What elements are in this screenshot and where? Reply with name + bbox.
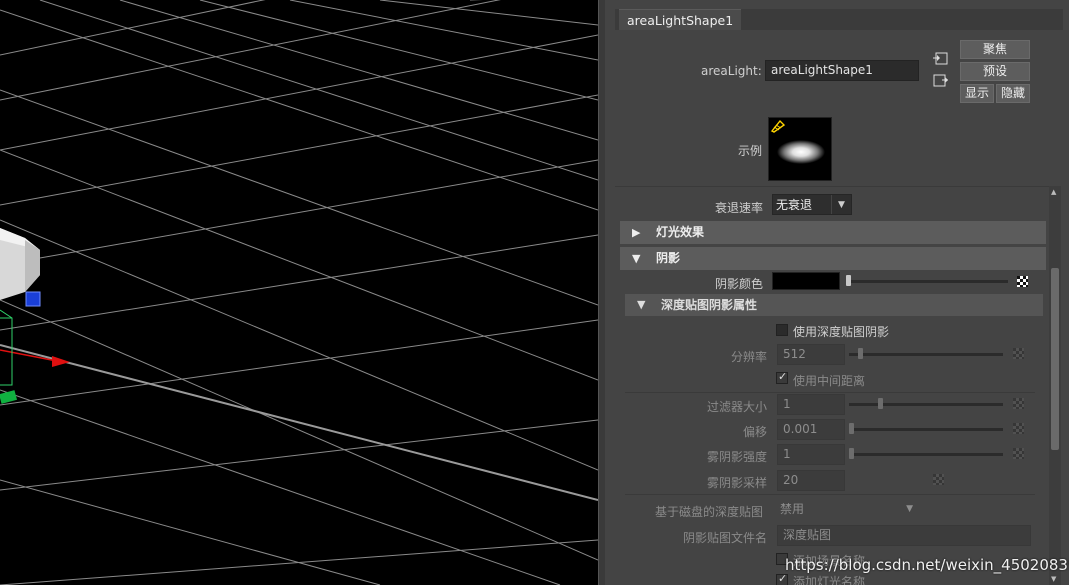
fog-intensity-slider-handle[interactable]	[849, 448, 854, 459]
resolution-field[interactable]: 512	[777, 344, 845, 365]
shadow-color-slider-handle[interactable]	[846, 275, 851, 286]
grid-line	[0, 319, 598, 406]
filter-size-field[interactable]: 1	[777, 394, 845, 415]
grid-line	[289, 0, 598, 61]
grid-line	[39, 0, 598, 181]
separator	[625, 392, 1035, 393]
scrollbar-thumb[interactable]	[1051, 268, 1059, 450]
grid-line	[199, 0, 598, 101]
bias-slider-handle[interactable]	[849, 423, 854, 434]
section-title: 灯光效果	[656, 225, 705, 239]
use-depth-map-label: 使用深度贴图阴影	[793, 325, 890, 339]
shadow-map-filename-label: 阴影贴图文件名	[683, 531, 768, 545]
fog-samples-field[interactable]: 20	[777, 470, 845, 491]
shadow-color-map-button[interactable]	[1017, 276, 1028, 287]
disk-depth-map-value: 禁用	[780, 502, 805, 516]
watermark: https://blog.csdn.net/weixin_45020839	[785, 556, 1069, 574]
tab-arealightshape1[interactable]: areaLightShape1	[619, 9, 742, 30]
section-light-effects[interactable]: ▶ 灯光效果	[620, 221, 1046, 244]
panel-splitter[interactable]	[598, 0, 605, 585]
perspective-grid	[0, 0, 598, 585]
light-sample-swatch	[768, 117, 832, 181]
decay-rate-value: 无衰退	[776, 198, 813, 212]
resolution-slider[interactable]	[849, 353, 1003, 356]
attribute-editor: areaLightShape1 areaLight: areaLightShap…	[605, 0, 1069, 585]
shadow-map-filename-field[interactable]: 深度贴图	[777, 525, 1031, 546]
input-connection-icon[interactable]	[933, 52, 948, 65]
node-name-field[interactable]: areaLightShape1	[765, 60, 919, 81]
bias-label: 偏移	[743, 425, 768, 439]
decay-rate-label: 衰退速率	[715, 201, 764, 215]
show-button[interactable]: 显示	[960, 84, 994, 103]
tab-bar: areaLightShape1	[615, 9, 1063, 30]
disk-depth-map-dropdown[interactable]: 禁用 ▼	[777, 499, 913, 520]
section-title: 阴影	[656, 251, 681, 265]
use-depth-map-checkbox[interactable]	[776, 324, 788, 336]
expanded-arrow-icon: ▼	[637, 298, 646, 311]
hide-button[interactable]: 隐藏	[996, 84, 1030, 103]
decay-rate-dropdown[interactable]: 无衰退 ▼	[772, 194, 852, 215]
resolution-label: 分辨率	[731, 350, 768, 364]
section-depth-map-shadows[interactable]: ▼ 深度贴图阴影属性	[625, 294, 1043, 316]
sample-label: 示例	[738, 144, 763, 158]
grid-line	[0, 479, 381, 585]
fog-samples-label: 雾阴影采样	[707, 476, 768, 490]
fog-intensity-map-button[interactable]	[1013, 448, 1024, 459]
grid-line	[0, 94, 598, 206]
add-light-name-label: 添加灯光名称	[793, 575, 866, 585]
area-light-object[interactable]	[0, 228, 40, 300]
disk-depth-map-label: 基于磁盘的深度贴图	[655, 505, 764, 519]
fog-intensity-label: 雾阴影强度	[707, 450, 768, 464]
panel-scrollbar[interactable]: ▲ ▼	[1049, 186, 1061, 585]
grid-line	[379, 0, 598, 26]
bias-field[interactable]: 0.001	[777, 419, 845, 440]
shadow-color-slider[interactable]	[848, 280, 1008, 283]
divider	[615, 186, 1049, 187]
filter-size-slider-handle[interactable]	[878, 398, 883, 409]
use-mid-dist-checkbox[interactable]	[776, 370, 788, 384]
scroll-up-icon[interactable]: ▲	[1051, 188, 1056, 196]
filter-size-map-button[interactable]	[1013, 398, 1024, 409]
add-light-name-checkbox[interactable]	[776, 572, 788, 585]
use-mid-dist-label: 使用中间距离	[793, 374, 866, 388]
output-connection-icon[interactable]	[933, 74, 948, 87]
expanded-arrow-icon: ▼	[632, 252, 641, 265]
collapsed-arrow-icon: ▶	[632, 226, 641, 239]
grid-line	[119, 0, 598, 141]
bias-slider[interactable]	[849, 428, 1003, 431]
scroll-down-icon[interactable]: ▼	[1051, 575, 1056, 583]
node-type-label: areaLight:	[701, 64, 762, 78]
chevron-down-icon: ▼	[831, 195, 851, 214]
focus-button[interactable]: 聚焦	[960, 40, 1030, 59]
fog-intensity-field[interactable]: 1	[777, 444, 845, 465]
presets-button[interactable]: 预设	[960, 62, 1030, 81]
fog-samples-map-button[interactable]	[933, 474, 944, 485]
grid-center-line	[0, 344, 598, 501]
grid-line	[0, 89, 598, 306]
filter-size-slider[interactable]	[849, 403, 1003, 406]
separator	[625, 494, 1035, 495]
section-title: 深度贴图阴影属性	[661, 298, 758, 312]
viewport-3d[interactable]	[0, 0, 598, 585]
filter-size-label: 过滤器大小	[707, 400, 768, 414]
area-light-icon	[770, 119, 786, 133]
grid-line	[0, 0, 266, 56]
section-shadows[interactable]: ▼ 阴影	[620, 247, 1046, 270]
shadow-color-swatch[interactable]	[772, 272, 840, 290]
resolution-slider-handle[interactable]	[858, 348, 863, 359]
fog-intensity-slider[interactable]	[849, 453, 1003, 456]
resolution-map-button[interactable]	[1013, 348, 1024, 359]
bias-map-button[interactable]	[1013, 423, 1024, 434]
shadow-color-label: 阴影颜色	[715, 277, 764, 291]
chevron-down-icon: ▼	[906, 504, 913, 514]
